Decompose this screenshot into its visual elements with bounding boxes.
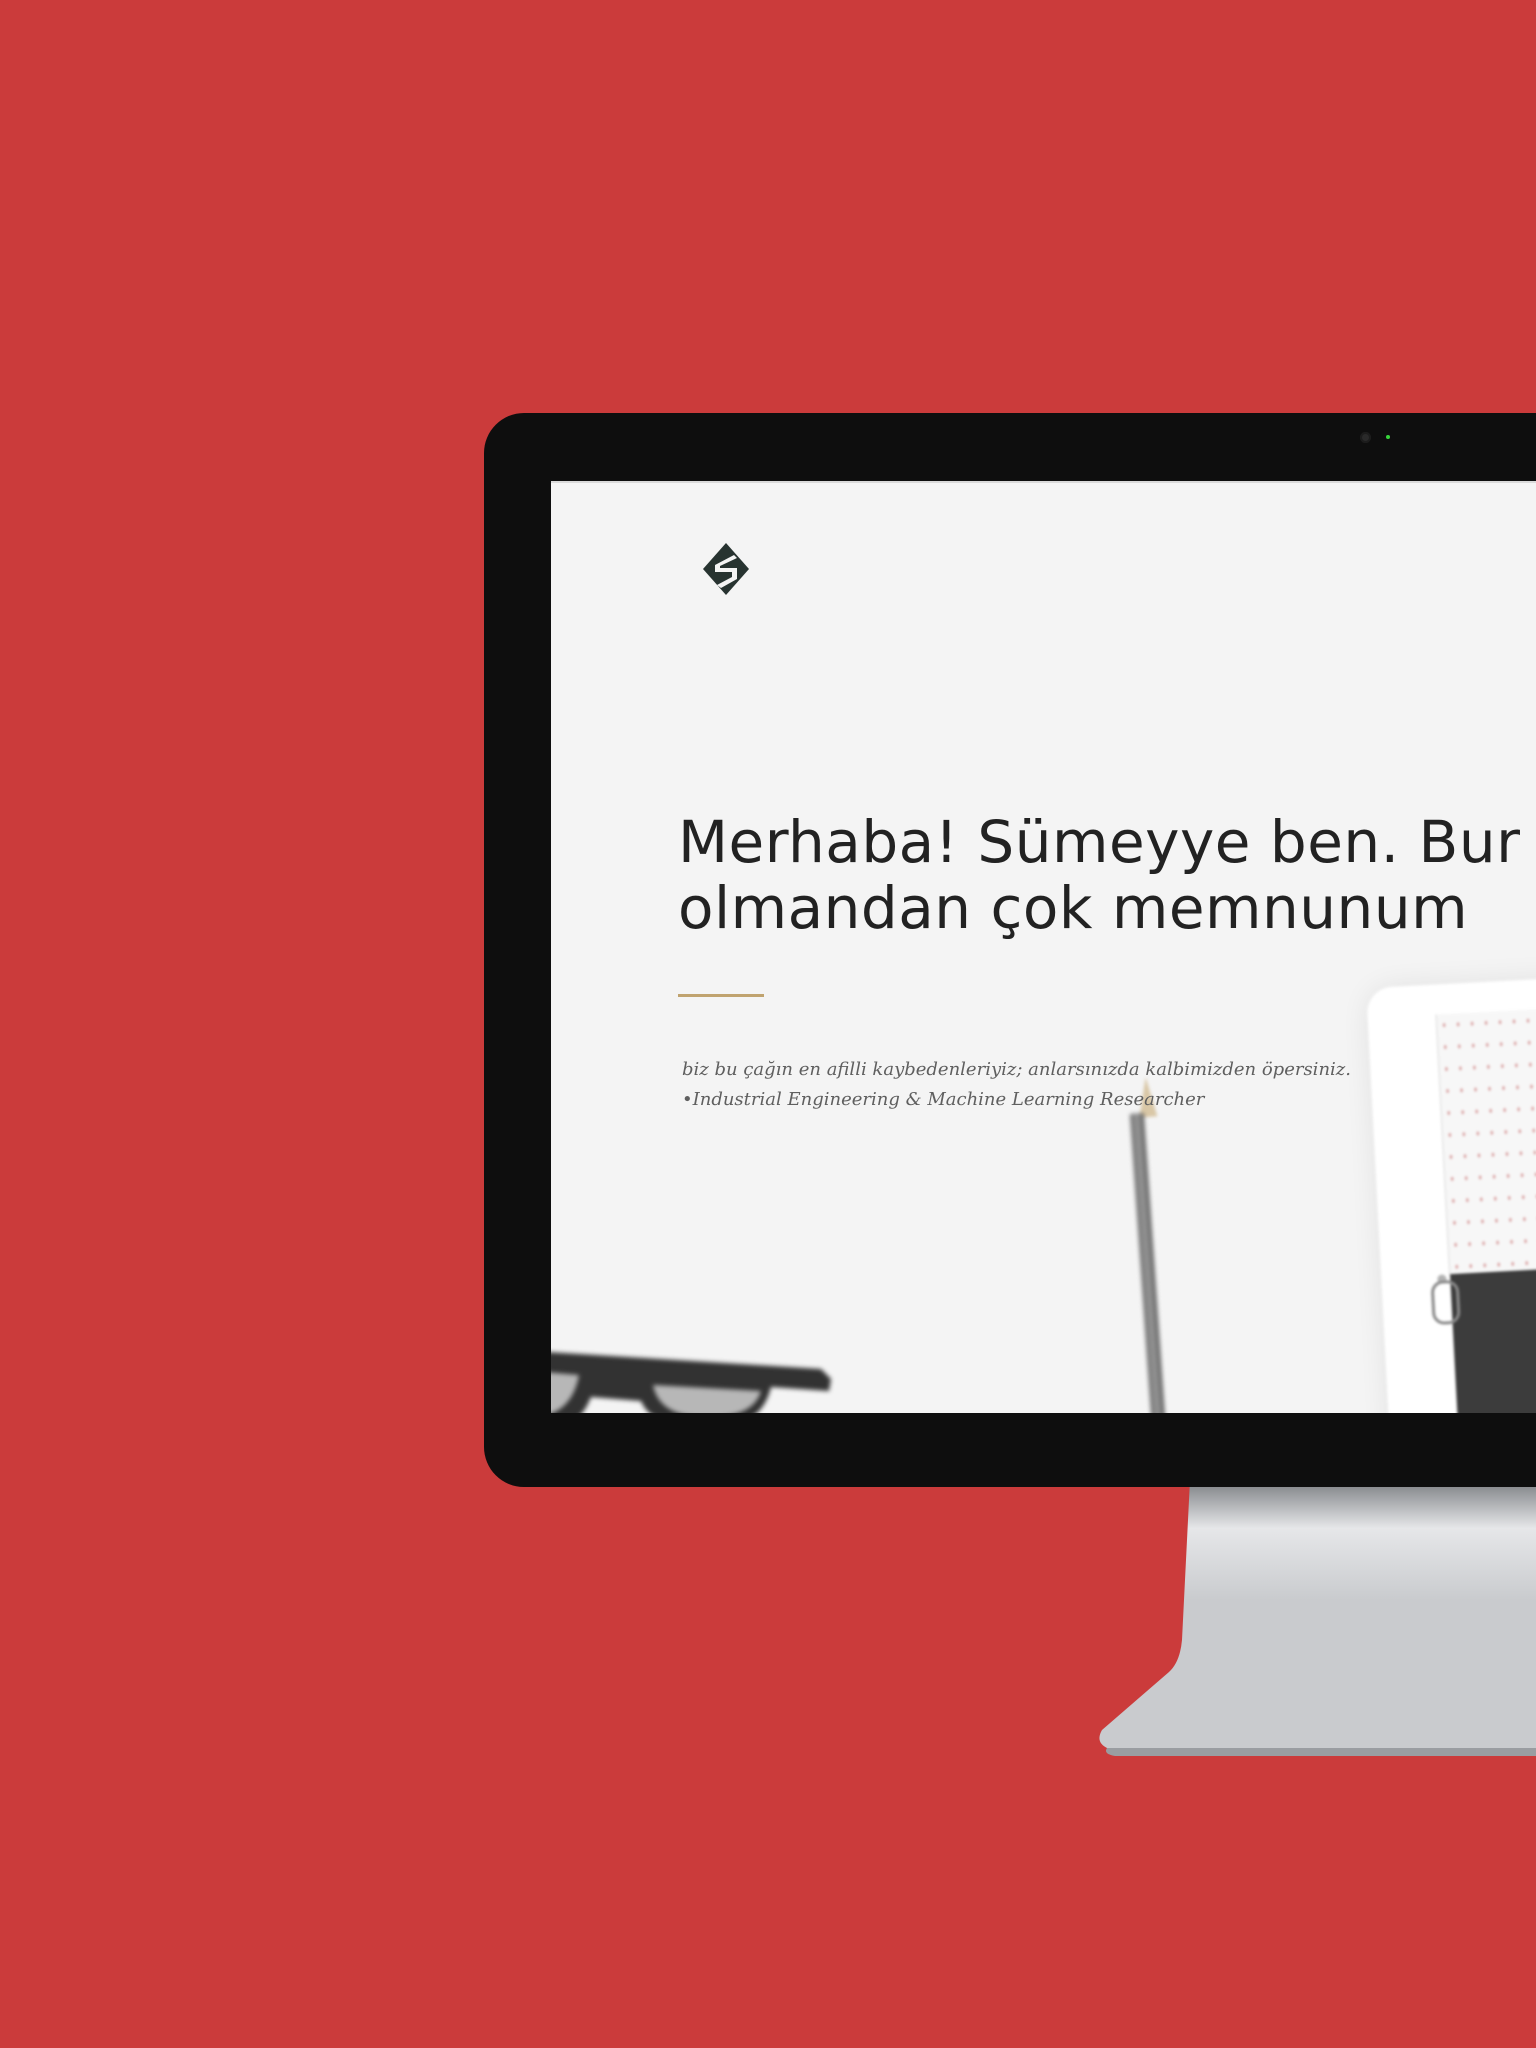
pencil-icon: [1129, 1112, 1167, 1413]
tablet-panel: [1450, 1263, 1536, 1413]
hero-headline: Merhaba! Sümeyye ben. Bur olmandan çok m…: [678, 809, 1520, 941]
monitor: Merhaba! Sümeyye ben. Bur olmandan çok m…: [484, 413, 1536, 1487]
website-screen: Merhaba! Sümeyye ben. Bur olmandan çok m…: [551, 481, 1536, 1413]
monitor-stand: [1099, 1480, 1536, 1756]
tablet-device: [1366, 974, 1536, 1413]
tablet-screen: [1435, 1004, 1536, 1413]
glasses-icon: [551, 1352, 831, 1413]
camera-icon: [1360, 432, 1371, 443]
logo-icon[interactable]: [701, 541, 751, 597]
hero-headline-line-1: Merhaba! Sümeyye ben. Bur: [678, 808, 1521, 876]
hero-tagline-role: •Industrial Engineering & Machine Learni…: [682, 1089, 1205, 1110]
camera-led-icon: [1386, 435, 1390, 439]
hero-headline-line-2: olmandan çok memnunum: [678, 874, 1469, 942]
accent-divider: [678, 994, 764, 997]
hero-tagline: biz bu çağın en afilli kaybedenleriyiz; …: [682, 1055, 1351, 1115]
hero-tagline-quote: biz bu çağın en afilli kaybedenleriyiz; …: [682, 1059, 1351, 1080]
tablet-digit-icon: [1430, 1279, 1461, 1326]
